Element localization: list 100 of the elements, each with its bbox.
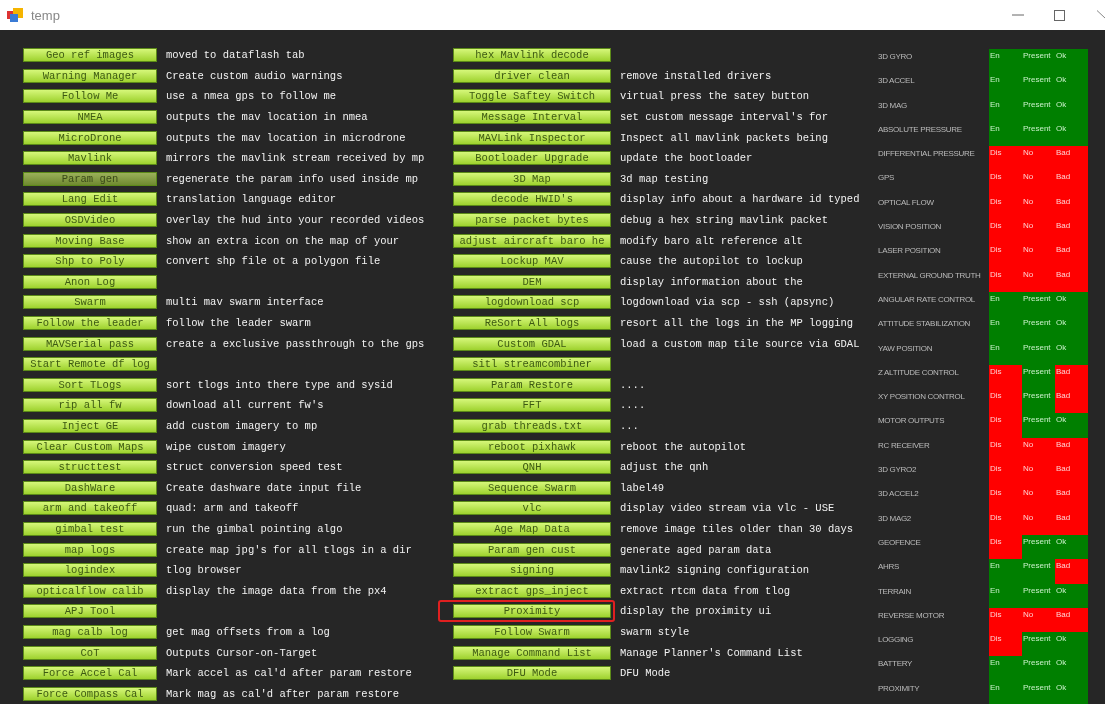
tool-button[interactable]: reboot pixhawk	[453, 439, 611, 454]
status-cell: Dis	[989, 243, 1022, 268]
tool-button[interactable]: Moving Base	[23, 233, 157, 248]
tool-button[interactable]: Param Restore	[453, 377, 611, 392]
status-cell: No	[1022, 170, 1055, 195]
status-cell: En	[989, 583, 1022, 608]
close-icon[interactable]	[1097, 9, 1105, 21]
tool-button[interactable]: DEM	[453, 274, 611, 289]
tool-description: reboot the autopilot	[620, 440, 747, 453]
tool-button[interactable]: MAVSerial pass	[23, 336, 157, 351]
status-cell: Ok	[1055, 632, 1088, 657]
status-cell: En	[989, 291, 1022, 317]
tool-button[interactable]: logindex	[23, 563, 157, 578]
tool-button[interactable]: APJ Tool	[23, 604, 157, 619]
tool-button[interactable]: Lockup MAV	[453, 254, 611, 269]
sensor-name: LASER POSITION	[878, 245, 942, 258]
tool-button[interactable]: Custom GDAL	[453, 336, 611, 351]
tool-button[interactable]: arm and takeoff	[23, 501, 157, 516]
tool-button[interactable]: Start Remote df log	[23, 357, 157, 372]
tool-button[interactable]: CoT	[23, 645, 157, 660]
tool-button[interactable]: logdownload scp	[453, 295, 611, 310]
tool-button[interactable]: Proximity	[453, 604, 611, 619]
sensor-name: TERRAIN	[878, 585, 912, 598]
tool-button[interactable]: MicroDrone	[23, 130, 157, 145]
tool-button[interactable]: Param gen cust	[453, 542, 611, 557]
tool-button[interactable]: decode HWID's	[453, 192, 611, 207]
sensor-name: XY POSITION CONTROL	[878, 391, 966, 404]
tool-button[interactable]: Age Map Data	[453, 521, 611, 536]
tool-button[interactable]: Warning Manager	[23, 68, 157, 83]
maximize-icon[interactable]	[1054, 9, 1065, 21]
status-cell: Dis	[989, 510, 1022, 535]
tool-description: use a nmea gps to follow me	[166, 90, 337, 103]
tool-button[interactable]: Anon Log	[23, 274, 157, 289]
status-cell: Dis	[989, 413, 1022, 438]
status-cell: Present	[1022, 316, 1055, 341]
sensor-name: EXTERNAL GROUND TRUTH	[878, 269, 982, 282]
tool-description: generate aged param data	[620, 543, 772, 556]
tool-button[interactable]: signing	[453, 563, 611, 578]
tool-button[interactable]: Param gen	[23, 171, 157, 186]
tool-button[interactable]: Mavlink	[23, 151, 157, 166]
tool-button[interactable]: NMEA	[23, 110, 157, 125]
status-cell: Bad	[1055, 146, 1088, 171]
status-cell: Present	[1022, 291, 1055, 317]
tool-description: debug a hex string mavlink packet	[620, 214, 828, 227]
tool-button[interactable]: Lang Edit	[23, 192, 157, 207]
tool-button[interactable]: Sequence Swarm	[453, 480, 611, 495]
tool-button[interactable]: FFT	[453, 398, 611, 413]
tool-button[interactable]: Swarm	[23, 295, 157, 310]
tool-description: Manage Planner's Command List	[620, 646, 803, 659]
tool-button[interactable]: driver clean	[453, 68, 611, 83]
tool-description: extract rtcm data from tlog	[620, 584, 791, 597]
tool-button[interactable]: adjust aircraft baro he	[453, 233, 611, 248]
tool-button[interactable]: Message Interval	[453, 110, 611, 125]
tool-button[interactable]: opticalflow calib	[23, 583, 157, 598]
tool-button[interactable]: Follow Me	[23, 89, 157, 104]
status-cell: Ok	[1055, 121, 1088, 147]
tool-description: mirrors the mavlink stream received by mp	[166, 152, 425, 165]
tool-button[interactable]: Bootloader Upgrade	[453, 151, 611, 166]
status-cell: En	[989, 73, 1022, 98]
tool-button[interactable]: MAVLink Inspector	[453, 130, 611, 145]
tool-button[interactable]: ReSort All logs	[453, 316, 611, 330]
tool-button[interactable]: QNH	[453, 460, 611, 475]
tool-button[interactable]: Follow the leader	[23, 316, 157, 330]
tool-button[interactable]: Geo ref images	[23, 48, 157, 63]
tool-button[interactable]: gimbal test	[23, 521, 157, 536]
tool-button[interactable]: Manage Command List	[453, 645, 611, 660]
tool-button[interactable]: hex Mavlink decode	[453, 48, 611, 63]
tool-button[interactable]: rip all fw	[23, 398, 157, 413]
tool-button[interactable]: Force Accel Cal	[23, 666, 157, 681]
tool-button[interactable]: Clear Custom Maps	[23, 439, 157, 454]
tool-button[interactable]: extract gps_inject	[453, 583, 611, 598]
tool-button[interactable]: Force Compass Cal	[23, 686, 157, 701]
status-cell: Dis	[989, 267, 1022, 292]
tool-button[interactable]: Inject GE	[23, 419, 157, 433]
tool-button[interactable]: Shp to Poly	[23, 254, 157, 269]
tool-button[interactable]: DFU Mode	[453, 666, 611, 681]
tool-description: 3d map testing	[620, 172, 709, 185]
status-cell: Present	[1022, 364, 1055, 390]
tool-button[interactable]: mag calb log	[23, 624, 157, 639]
tool-button[interactable]: 3D Map	[453, 171, 611, 186]
tool-button[interactable]: grab threads.txt	[453, 419, 611, 433]
status-cell: Dis	[989, 389, 1022, 414]
status-cell: No	[1022, 486, 1055, 511]
tool-button[interactable]: structtest	[23, 460, 157, 475]
tool-button[interactable]: Follow Swarm	[453, 624, 611, 639]
sensor-name: Z ALTITUDE CONTROL	[878, 366, 960, 379]
tool-button[interactable]: vlc	[453, 501, 611, 516]
status-cell: En	[989, 121, 1022, 147]
tool-button[interactable]: DashWare	[23, 480, 157, 495]
tool-button[interactable]: Sort TLogs	[23, 377, 157, 392]
tool-description: load a custom map tile source via GDAL	[620, 337, 860, 350]
sensor-name: 3D GYRO	[878, 51, 913, 63]
status-cell: No	[1022, 243, 1055, 268]
tool-description: ...	[620, 420, 639, 432]
tool-button[interactable]: Toggle Saftey Switch	[453, 89, 611, 104]
tool-button[interactable]: map logs	[23, 542, 157, 557]
tool-description: mavlink2 signing configuration	[620, 564, 810, 577]
tool-button[interactable]: sitl streamcombiner	[453, 357, 611, 372]
tool-button[interactable]: OSDVideo	[23, 213, 157, 228]
tool-button[interactable]: parse packet bytes	[453, 213, 611, 228]
